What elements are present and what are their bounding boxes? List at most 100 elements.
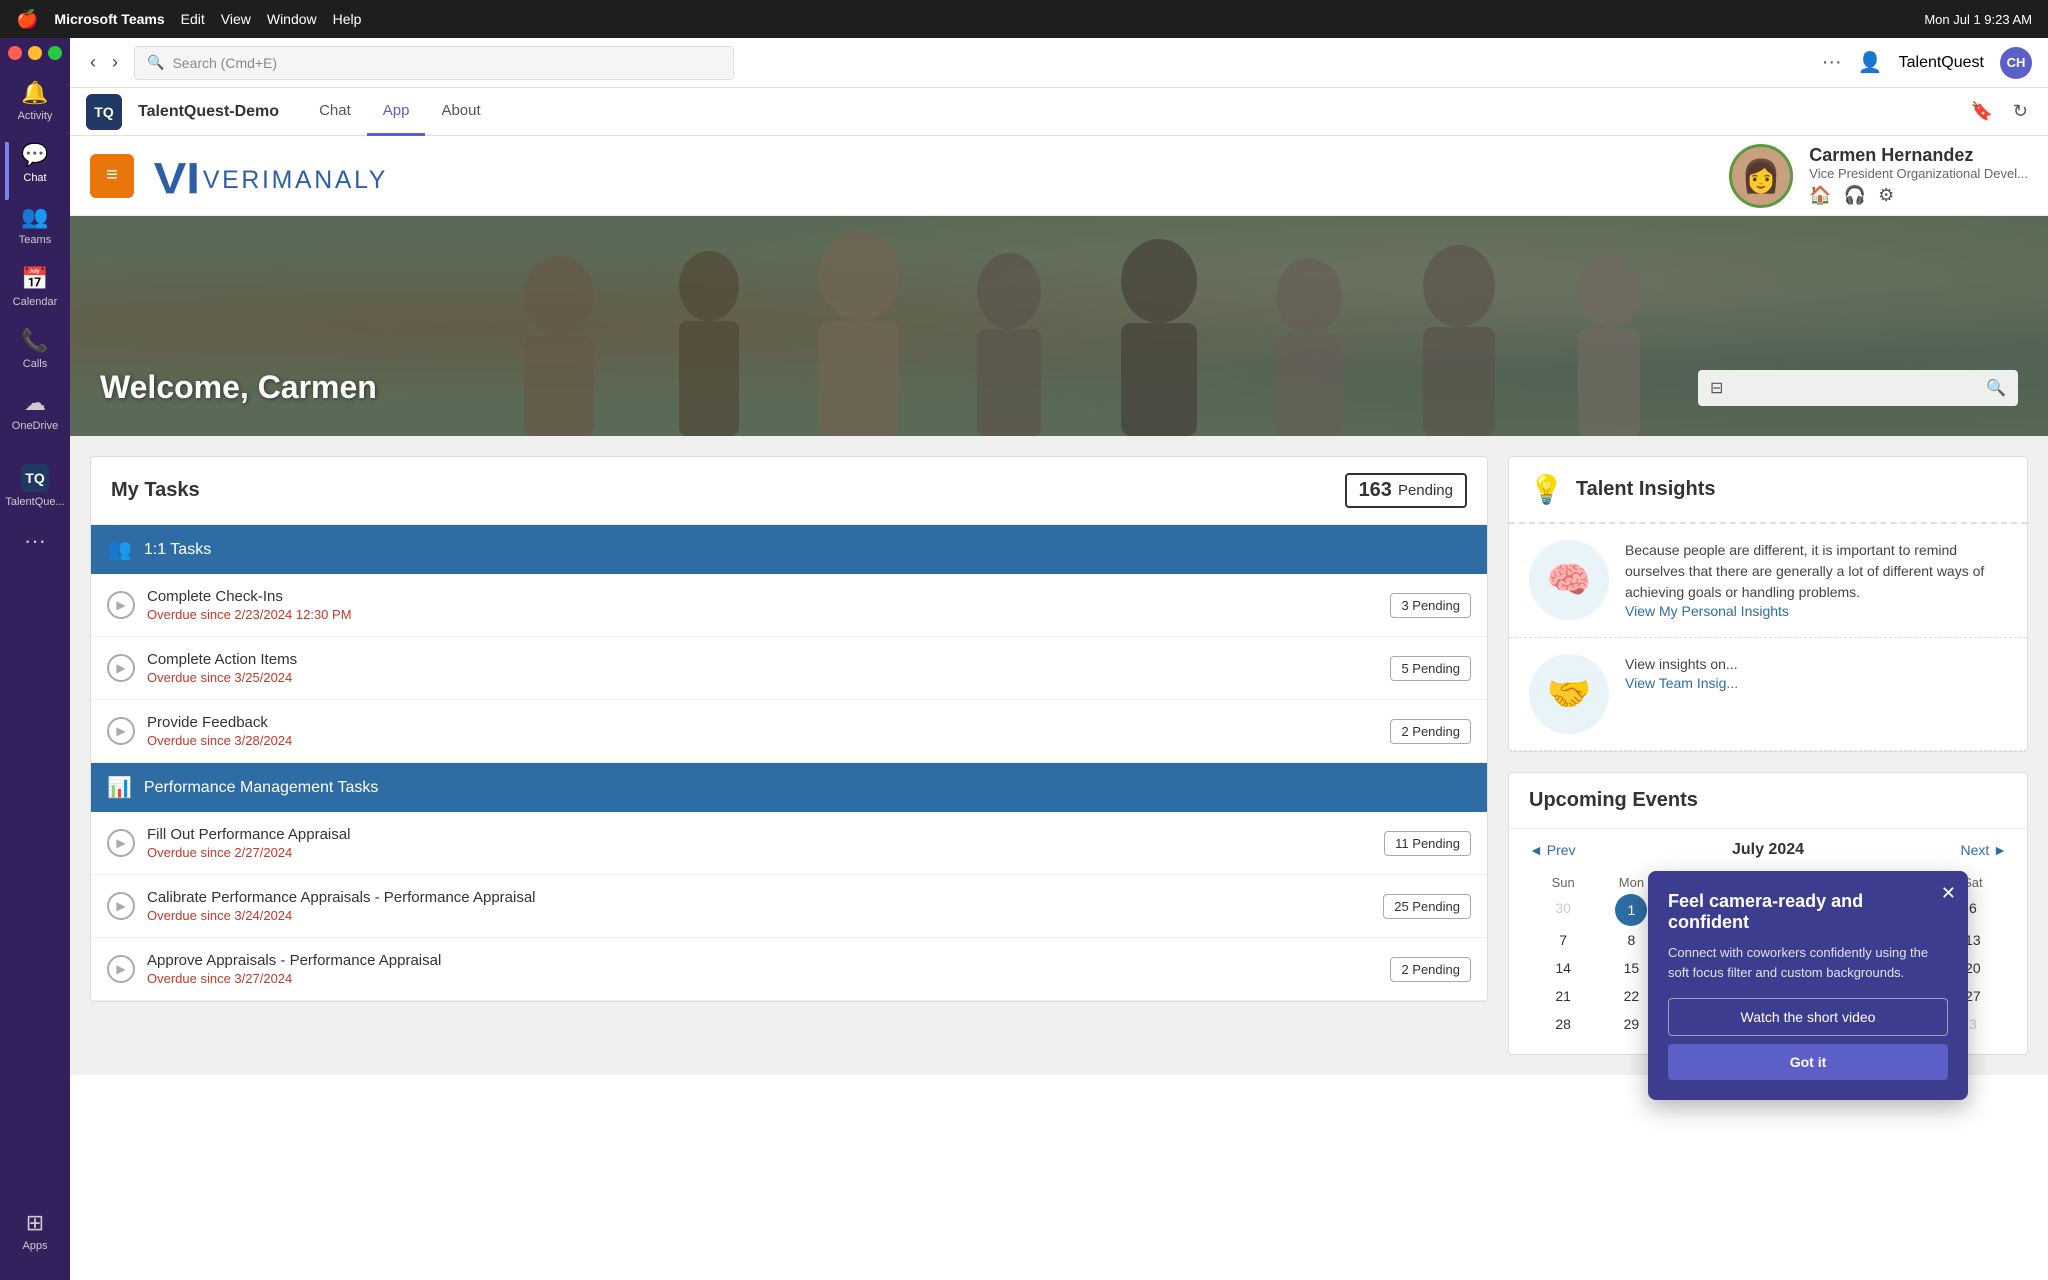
sidebar-item-calendar-label: Calendar [13, 296, 58, 308]
hero-search-submit-icon[interactable]: 🔍 [1986, 378, 2006, 398]
more-apps-icon[interactable]: ··· [24, 528, 46, 554]
search-bar[interactable]: 🔍 Search (Cmd+E) [134, 46, 734, 80]
bookmark-button[interactable]: 🔖 [1966, 97, 1996, 126]
headset-icon[interactable]: 🎧 [1844, 185, 1866, 206]
user-avatar[interactable]: CH [2000, 47, 2032, 79]
sidebar-item-onedrive[interactable]: ☁ OneDrive [5, 382, 65, 440]
minimize-window-button[interactable] [28, 46, 42, 60]
insight-personal-link[interactable]: View My Personal Insights [1625, 603, 1789, 619]
teams-icon: 👥 [21, 204, 48, 230]
sidebar-item-chat[interactable]: 💬 Chat [5, 134, 65, 192]
task-section-one-on-one: 👥 1:1 Tasks [91, 525, 1487, 574]
window-controls [8, 46, 62, 60]
titlebar-username: TalentQuest [1899, 54, 1984, 72]
hero-search-bar[interactable]: ⊟ 🔍 [1698, 370, 2018, 406]
app-tabs: Chat App About [303, 88, 497, 136]
user-info: Carmen Hernandez Vice President Organiza… [1809, 145, 2028, 206]
insights-icon: 💡 [1529, 473, 1564, 506]
hamburger-menu-button[interactable]: ≡ [90, 154, 134, 198]
task-name-appraisal: Fill Out Performance Appraisal [147, 826, 1372, 843]
hero-filter-icon[interactable]: ⊟ [1710, 378, 1723, 398]
task-info-checkins: Complete Check-Ins Overdue since 2/23/20… [147, 588, 1378, 622]
cal-day-30-prev[interactable]: 30 [1529, 894, 1597, 926]
profile-icon[interactable]: 👤 [1858, 50, 1883, 75]
sidebar-item-calendar[interactable]: 📅 Calendar [5, 258, 65, 316]
settings-icon[interactable]: ⚙ [1878, 185, 1894, 206]
mac-menubar-left: 🍎 Microsoft Teams Edit View Window Help [16, 9, 361, 30]
sidebar-item-activity-label: Activity [18, 110, 53, 122]
tab-about[interactable]: About [425, 88, 496, 136]
task-play-appraisal[interactable]: ▶ [107, 829, 135, 857]
cal-day-28[interactable]: 28 [1529, 1010, 1597, 1038]
task-play-action-items[interactable]: ▶ [107, 654, 135, 682]
menu-window[interactable]: Window [267, 11, 317, 27]
sidebar-item-activity[interactable]: 🔔 Activity [5, 72, 65, 130]
cal-day-14[interactable]: 14 [1529, 954, 1597, 982]
cal-day-1[interactable]: 1 [1615, 894, 1647, 926]
sidebar-item-chat-label: Chat [23, 172, 46, 184]
menu-edit[interactable]: Edit [181, 11, 205, 27]
insight-personal-content: Because people are different, it is impo… [1625, 540, 2007, 621]
task-play-checkins[interactable]: ▶ [107, 591, 135, 619]
app-logo: TQ [86, 94, 122, 130]
maximize-window-button[interactable] [48, 46, 62, 60]
apple-logo-icon[interactable]: 🍎 [16, 9, 38, 30]
cal-day-7[interactable]: 7 [1529, 926, 1597, 954]
insights-panel: 💡 Talent Insights 🧠 Because people are d… [1508, 456, 2028, 752]
close-window-button[interactable] [8, 46, 22, 60]
sidebar-item-talentquest[interactable]: TQ TalentQue... [5, 456, 65, 516]
popup-close-button[interactable]: ✕ [1941, 883, 1956, 904]
search-placeholder: Search (Cmd+E) [172, 55, 277, 71]
more-options-icon[interactable]: ··· [1822, 51, 1842, 74]
task-info-approve: Approve Appraisals - Performance Apprais… [147, 952, 1378, 986]
task-pending-action-items: 5 Pending [1390, 656, 1471, 681]
app-subheader: TQ TalentQuest-Demo Chat App About 🔖 ↻ [70, 88, 2048, 136]
insight-team-text: View insights on... [1625, 654, 1738, 675]
sidebar-item-calls[interactable]: 📞 Calls [5, 320, 65, 378]
apps-icon: ⊞ [26, 1210, 44, 1236]
pending-label: Pending [1398, 482, 1453, 499]
task-info-calibrate: Calibrate Performance Appraisals - Perfo… [147, 889, 1371, 923]
calendar-next-button[interactable]: Next ► [1960, 842, 2007, 858]
performance-section-label: Performance Management Tasks [144, 779, 378, 797]
cal-day-21[interactable]: 21 [1529, 982, 1597, 1010]
app-content: ≡ VERIMANALYTICS 👩 Carmen Hernandez [70, 136, 2048, 1280]
home-icon[interactable]: 🏠 [1809, 185, 1831, 206]
calendar-nav: ◄ Prev July 2024 Next ► [1509, 829, 2027, 871]
menu-view[interactable]: View [221, 11, 251, 27]
tasks-title: My Tasks [111, 479, 200, 502]
task-pending-calibrate: 25 Pending [1383, 894, 1471, 919]
watch-video-button[interactable]: Watch the short video [1668, 998, 1948, 1036]
active-indicator [5, 142, 9, 200]
calendar-prev-button[interactable]: ◄ Prev [1529, 842, 1576, 858]
task-item-approve: ▶ Approve Appraisals - Performance Appra… [91, 938, 1487, 1001]
forward-button[interactable]: › [108, 48, 122, 77]
sidebar-item-apps[interactable]: ⊞ Apps [5, 1202, 65, 1260]
task-name-calibrate: Calibrate Performance Appraisals - Perfo… [147, 889, 1371, 906]
task-name-action-items: Complete Action Items [147, 651, 1378, 668]
user-action-icons: 🏠 🎧 ⚙ [1809, 185, 2028, 206]
task-item-appraisal: ▶ Fill Out Performance Appraisal Overdue… [91, 812, 1487, 875]
task-info-feedback: Provide Feedback Overdue since 3/28/2024 [147, 714, 1378, 748]
menu-help[interactable]: Help [333, 11, 362, 27]
popup-description: Connect with coworkers confidently using… [1668, 943, 1948, 982]
hero-search-input[interactable] [1731, 380, 1978, 396]
task-item-calibrate: ▶ Calibrate Performance Appraisals - Per… [91, 875, 1487, 938]
back-button[interactable]: ‹ [86, 48, 100, 77]
svg-text:VERIMANALYTICS: VERIMANALYTICS [203, 165, 385, 193]
insight-team-link[interactable]: View Team Insig... [1625, 675, 1738, 691]
app-header-actions: 🔖 ↻ [1966, 97, 2032, 126]
task-pending-feedback: 2 Pending [1390, 719, 1471, 744]
task-play-approve[interactable]: ▶ [107, 955, 135, 983]
task-item-feedback: ▶ Provide Feedback Overdue since 3/28/20… [91, 700, 1487, 763]
tab-app[interactable]: App [367, 88, 426, 136]
tab-chat[interactable]: Chat [303, 88, 367, 136]
task-play-feedback[interactable]: ▶ [107, 717, 135, 745]
refresh-button[interactable]: ↻ [2009, 97, 2032, 126]
user-full-name: Carmen Hernandez [1809, 145, 2028, 166]
got-it-button[interactable]: Got it [1668, 1044, 1948, 1080]
app-sidebar: 🔔 Activity 💬 Chat 👥 Teams 📅 Calendar 📞 C… [0, 38, 70, 1280]
sidebar-item-teams[interactable]: 👥 Teams [5, 196, 65, 254]
task-play-calibrate[interactable]: ▶ [107, 892, 135, 920]
verim-logo: VERIMANALYTICS [154, 156, 385, 196]
